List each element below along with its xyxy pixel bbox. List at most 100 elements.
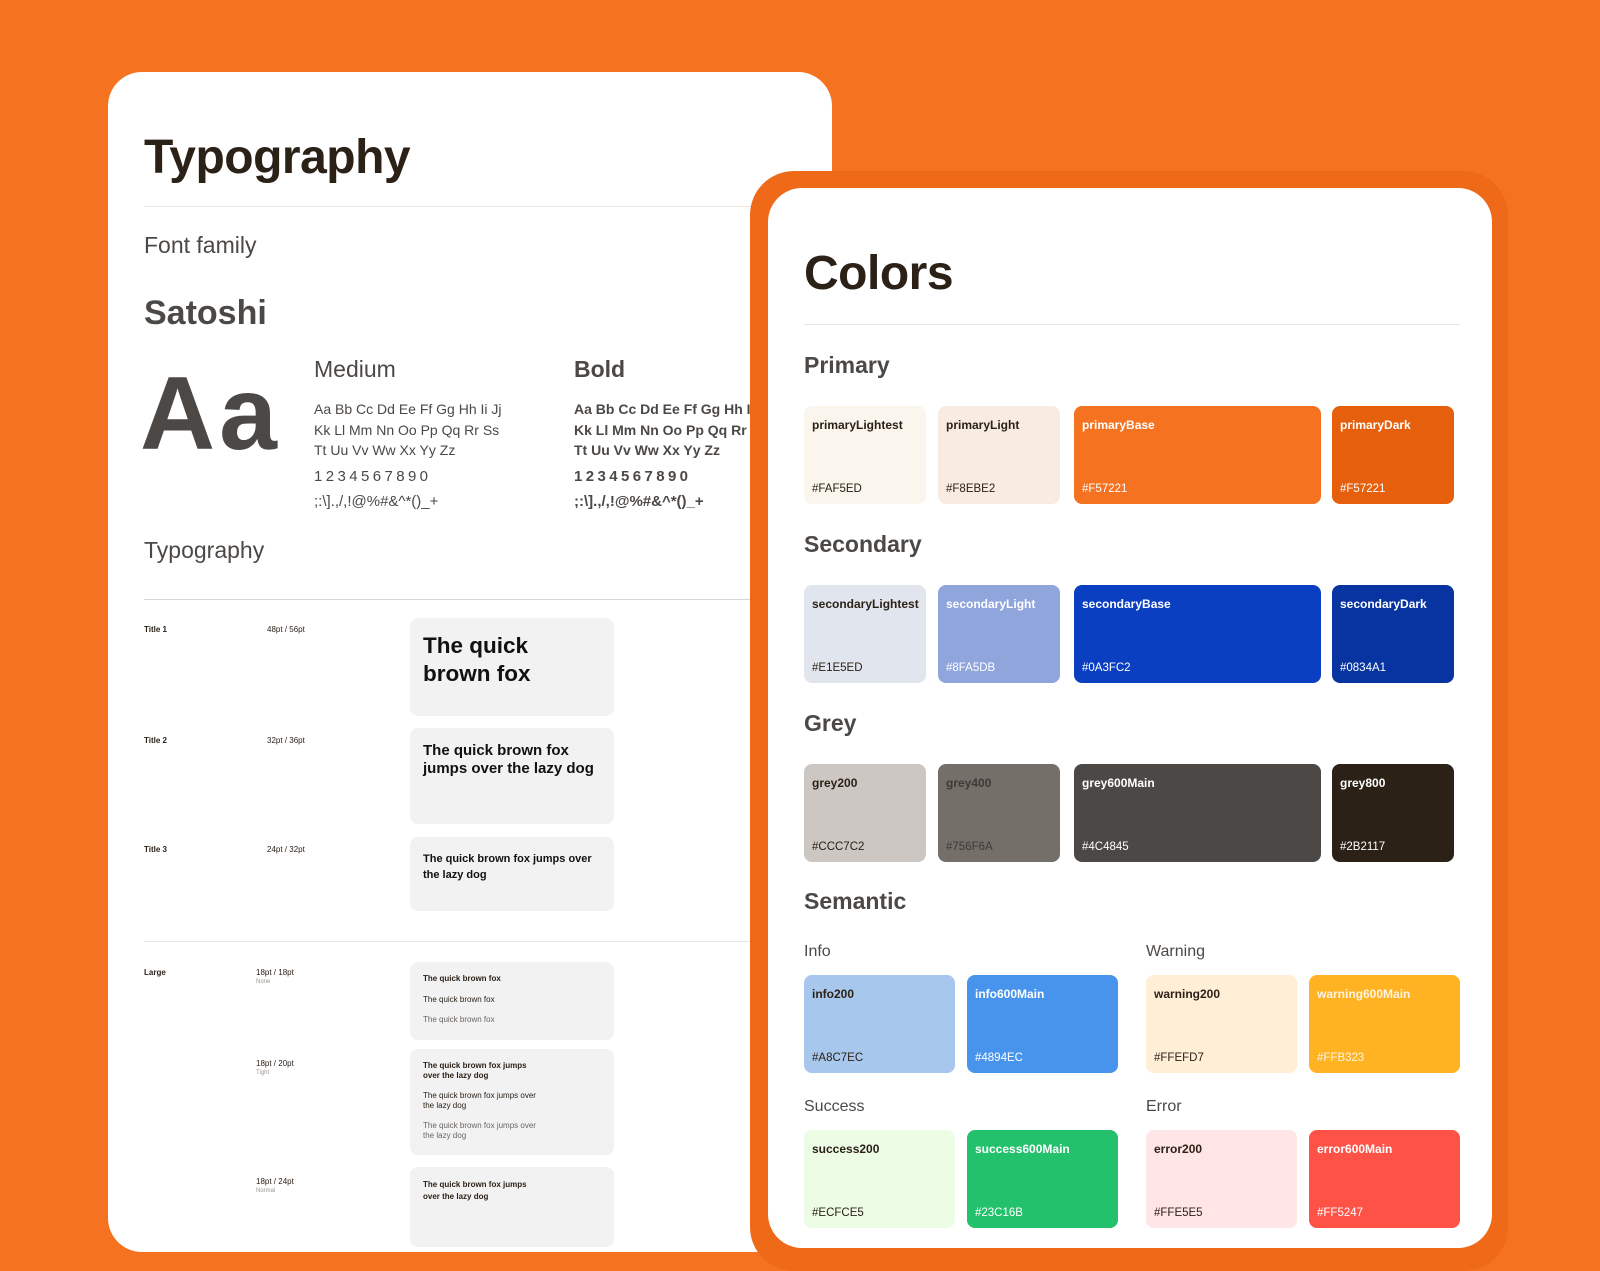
- sample-text-regular: The quick brown fox: [423, 1015, 495, 1024]
- swatch-hex: #23C16B: [975, 1207, 1023, 1219]
- weight-medium: Medium Aa Bb Cc Dd Ee Ff Gg Hh Ii Jj Kk …: [314, 356, 554, 513]
- swatch-name: info200: [812, 987, 855, 1001]
- swatch-hex: #756F6A: [946, 841, 993, 853]
- swatch-hex: #CCC7C2: [812, 841, 865, 853]
- sample-text-bold: The quick brown fox jumps over the lazy …: [423, 1061, 527, 1080]
- sample-text-medium: The quick brown fox: [423, 994, 495, 1004]
- row-note: None: [256, 979, 271, 985]
- section-secondary-heading: Secondary: [804, 531, 922, 557]
- swatch-grey400[interactable]: grey400 #756F6A: [938, 764, 1060, 862]
- swatch-secondary-light[interactable]: secondaryLight #8FA5DB: [938, 585, 1060, 683]
- row-size: 32pt / 36pt: [267, 736, 305, 745]
- swatch-name: grey200: [812, 776, 858, 790]
- semantic-error-label: Error: [1146, 1098, 1182, 1115]
- swatch-name: secondaryLightest: [812, 597, 919, 611]
- swatch-name: primaryLight: [946, 418, 1020, 432]
- row-label: Title 1: [144, 625, 167, 634]
- swatch-name: warning600Main: [1317, 987, 1411, 1001]
- row-size: 18pt / 24pt: [256, 1177, 294, 1186]
- swatch-hex: #ECFCE5: [812, 1207, 864, 1219]
- swatch-hex: #4894EC: [975, 1052, 1023, 1064]
- swatch-primary-base[interactable]: primaryBase #F57221: [1074, 406, 1321, 504]
- swatch-hex: #0A3FC2: [1082, 662, 1131, 674]
- row-size: 24pt / 32pt: [267, 845, 305, 854]
- swatch-name: error200: [1154, 1142, 1203, 1156]
- sample-box: The quick brown fox: [410, 618, 614, 716]
- row-size: 18pt / 20pt: [256, 1059, 294, 1068]
- sample-box: The quick brown fox jumps over the lazy …: [410, 728, 614, 824]
- swatch-info200[interactable]: info200 #A8C7EC: [804, 975, 955, 1073]
- swatch-grey600-main[interactable]: grey600Main #4C4845: [1074, 764, 1321, 862]
- swatch-info600-main[interactable]: info600Main #4894EC: [967, 975, 1118, 1073]
- swatch-hex: #FFE5E5: [1154, 1207, 1203, 1219]
- sample-text-regular: The quick brown fox jumps over the lazy …: [423, 1121, 536, 1140]
- swatch-hex: #0834A1: [1340, 662, 1387, 674]
- swatch-name: secondaryLight: [946, 597, 1036, 611]
- swatch-hex: #FFB323: [1317, 1052, 1365, 1064]
- swatch-success200[interactable]: success200 #ECFCE5: [804, 1130, 955, 1228]
- swatch-hex: #2B2117: [1340, 841, 1386, 853]
- colors-title: Colors: [804, 247, 954, 300]
- font-family-heading: Font family: [144, 232, 257, 258]
- swatch-secondary-base[interactable]: secondaryBase #0A3FC2: [1074, 585, 1321, 683]
- sample-text-medium: The quick brown fox jumps over the lazy …: [423, 1091, 536, 1110]
- swatch-warning600-main[interactable]: warning600Main #FFB323: [1309, 975, 1460, 1073]
- semantic-info-label: Info: [804, 943, 831, 960]
- swatch-name: success200: [812, 1142, 880, 1156]
- swatch-error600-main[interactable]: error600Main #FF5247: [1309, 1130, 1460, 1228]
- colors-card: Colors Primary primaryLightest #FAF5ED p…: [768, 188, 1492, 1248]
- sample-box: The quick brown fox jumps over the lazy …: [410, 1167, 614, 1247]
- swatch-hex: #FF5247: [1317, 1207, 1364, 1219]
- sample-box: The quick brown fox The quick brown fox …: [410, 962, 614, 1040]
- swatch-grey200[interactable]: grey200 #CCC7C2: [804, 764, 926, 862]
- swatch-primary-light[interactable]: primaryLight #F8EBE2: [938, 406, 1060, 504]
- swatch-hex: #E1E5ED: [812, 662, 863, 674]
- typography-heading: Typography: [144, 537, 265, 563]
- swatch-error200[interactable]: error200 #FFE5E5: [1146, 1130, 1297, 1228]
- typography-title: Typography: [144, 131, 411, 184]
- sample-text-bold: The quick brown fox: [423, 974, 501, 983]
- swatch-warning200[interactable]: warning200 #FFEFD7: [1146, 975, 1297, 1073]
- swatch-hex: #A8C7EC: [812, 1052, 864, 1064]
- section-grey-heading: Grey: [804, 710, 857, 736]
- swatch-hex: #4C4845: [1082, 841, 1129, 853]
- swatch-name: grey400: [946, 776, 992, 790]
- row-size: 48pt / 56pt: [267, 625, 305, 634]
- swatch-hex: #FAF5ED: [812, 483, 862, 495]
- glyph-line: Aa Bb Cc Dd Ee Ff Gg Hh Ii Jj: [314, 401, 502, 417]
- swatch-name: primaryDark: [1340, 418, 1411, 432]
- font-family-name: Satoshi: [144, 294, 267, 332]
- swatch-success600-main[interactable]: success600Main #23C16B: [967, 1130, 1118, 1228]
- swatch-secondary-dark[interactable]: secondaryDark #0834A1: [1332, 585, 1454, 683]
- sample-text: The quick brown fox: [423, 633, 531, 686]
- sample-box: The quick brown fox jumps over the lazy …: [410, 1049, 614, 1155]
- sample-text-bold: The quick brown fox jumps over the lazy …: [423, 1180, 527, 1201]
- swatch-secondary-lightest[interactable]: secondaryLightest #E1E5ED: [804, 585, 926, 683]
- swatch-hex: #FFEFD7: [1154, 1052, 1204, 1064]
- typography-card: Typography Font family Satoshi Aa Medium…: [108, 72, 832, 1252]
- swatch-hex: #F57221: [1082, 483, 1128, 495]
- sample-box: The quick brown fox jumps over the lazy …: [410, 837, 614, 911]
- swatch-name: primaryBase: [1082, 418, 1155, 432]
- swatch-name: primaryLightest: [812, 418, 903, 432]
- large-divider: [144, 941, 824, 942]
- row-label: Title 2: [144, 736, 167, 745]
- row-size: 18pt / 18pt: [256, 968, 294, 977]
- sample-text: The quick brown fox jumps over the lazy …: [423, 853, 592, 881]
- swatch-name: grey600Main: [1082, 776, 1155, 790]
- glyph-numbers: 1234567890: [314, 467, 432, 485]
- row-note: Tight: [256, 1070, 270, 1076]
- swatch-hex: #F8EBE2: [946, 483, 996, 495]
- swatch-name: secondaryBase: [1082, 597, 1171, 611]
- swatch-primary-lightest[interactable]: primaryLightest #FAF5ED: [804, 406, 926, 504]
- swatch-name: error600Main: [1317, 1142, 1393, 1156]
- weight-title: Medium: [314, 356, 396, 382]
- swatch-primary-dark[interactable]: primaryDark #F57221: [1332, 406, 1454, 504]
- section-semantic-heading: Semantic: [804, 888, 907, 914]
- semantic-success-label: Success: [804, 1098, 865, 1115]
- swatch-hex: #8FA5DB: [946, 662, 996, 674]
- swatch-name: grey800: [1340, 776, 1386, 790]
- glyph-line: Kk Ll Mm Nn Oo Pp Qq Rr Ss: [314, 421, 500, 438]
- row-note: Normal: [256, 1188, 276, 1194]
- swatch-grey800[interactable]: grey800 #2B2117: [1332, 764, 1454, 862]
